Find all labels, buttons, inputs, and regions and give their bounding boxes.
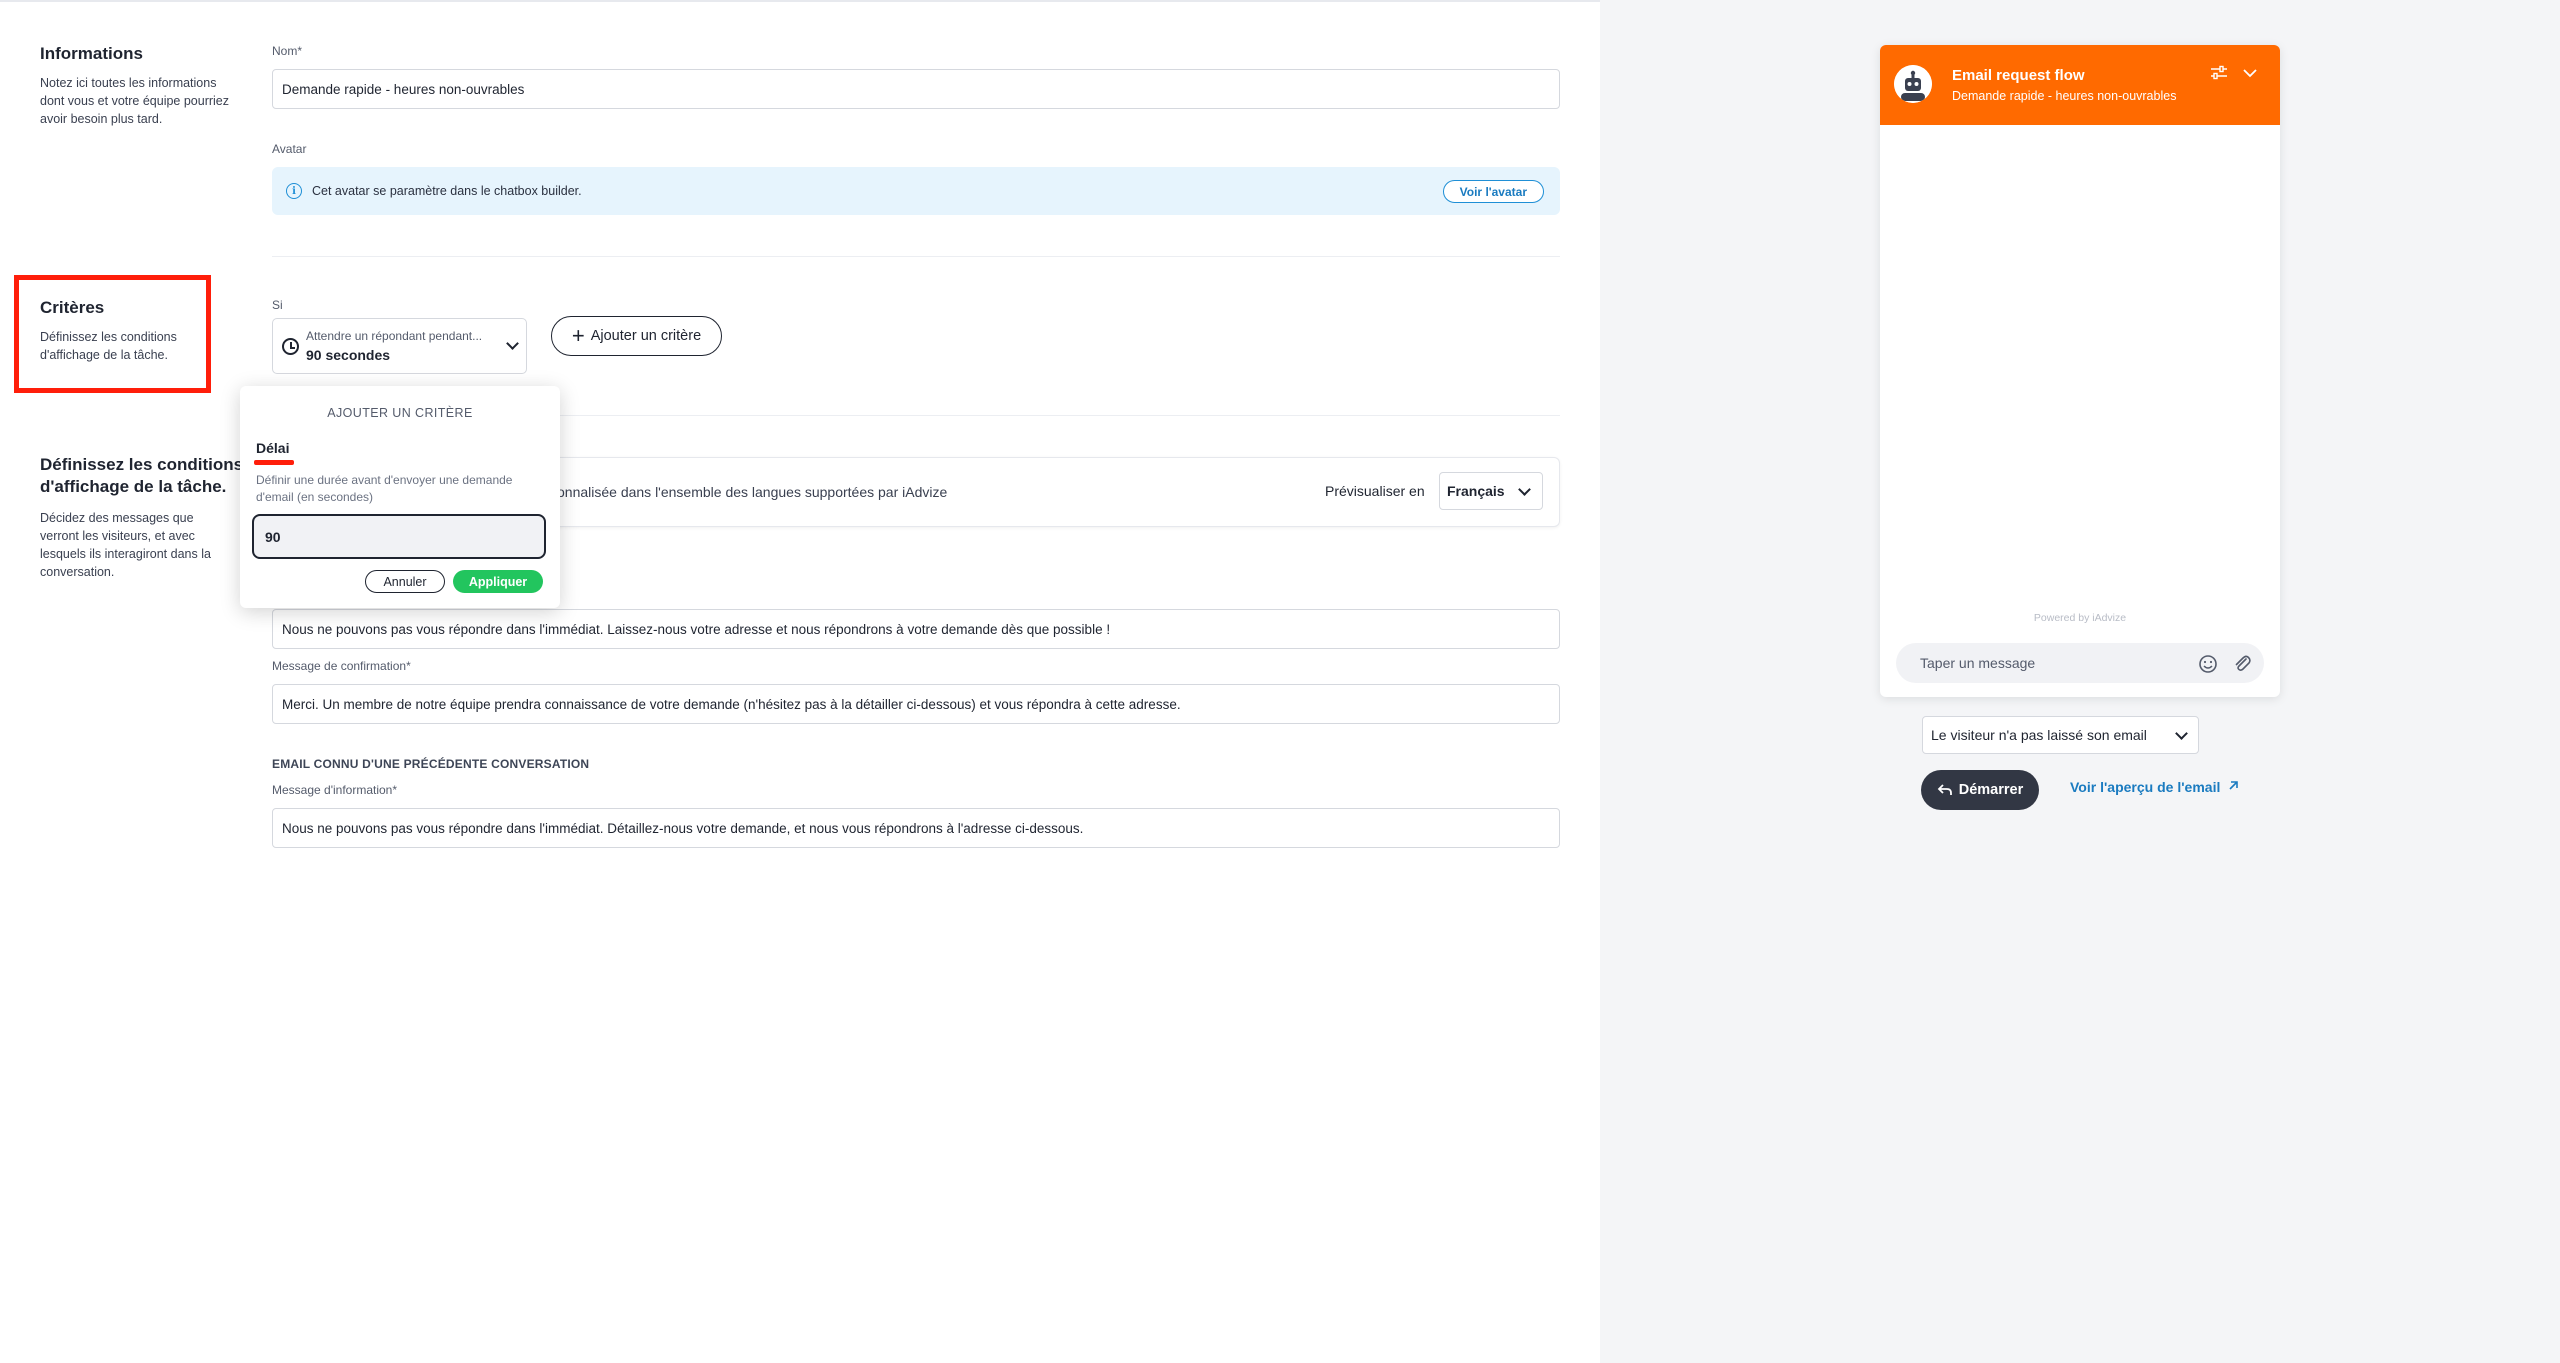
emoji-icon[interactable]	[2198, 654, 2218, 674]
divider	[272, 256, 1560, 257]
information-label: Message d'information*	[272, 783, 398, 797]
delay-criterion-select[interactable]: Attendre un répondant pendant... 90 seco…	[272, 318, 527, 374]
visitor-state-select[interactable]: Le visiteur n'a pas laissé son email	[1922, 716, 2199, 754]
tab-delay-underline	[254, 460, 294, 465]
chevron-down-icon	[506, 337, 519, 350]
language-panel-text: onnalisée dans l'ensemble des langues su…	[557, 484, 948, 500]
powered-by: Powered by iAdvize	[2033, 612, 2127, 624]
known-email-caption: EMAIL CONNU D'UNE PRÉCÉDENTE CONVERSATIO…	[272, 757, 590, 771]
name-label: Nom*	[272, 44, 303, 58]
view-avatar-button[interactable]: Voir l'avatar	[1442, 180, 1544, 203]
preview-in-label: Prévisualiser en	[1325, 483, 1425, 499]
information-message-input[interactable]: Nous ne pouvons pas vous répondre dans l…	[272, 808, 1560, 848]
add-criterion-popup: AJOUTER UN CRITÈRE Délai Définir une dur…	[240, 386, 560, 608]
confirmation-label: Message de confirmation*	[272, 659, 411, 673]
email-preview-link[interactable]: Voir l'aperçu de l'email	[2070, 779, 2239, 795]
add-criterion-button[interactable]: + Ajouter un critère	[551, 316, 722, 356]
chatbox-title: Email request flow	[1952, 67, 2085, 84]
delay-criterion-value: 90 secondes	[306, 347, 391, 363]
settings-sliders-icon[interactable]	[2210, 65, 2228, 81]
request-message-input[interactable]: Nous ne pouvons pas vous répondre dans l…	[272, 609, 1560, 649]
tab-delay[interactable]: Délai	[256, 440, 289, 456]
plus-icon: +	[571, 323, 585, 348]
paperclip-icon[interactable]	[2232, 654, 2252, 674]
chevron-down-icon	[1518, 483, 1531, 496]
chevron-down-icon	[2175, 727, 2188, 740]
chevron-down-icon[interactable]	[2242, 67, 2258, 79]
divider	[560, 415, 1560, 416]
confirmation-message-input[interactable]: Merci. Un membre de notre équipe prendra…	[272, 684, 1560, 724]
chatbox-subtitle: Demande rapide - heures non-ouvrables	[1952, 89, 2177, 103]
cancel-button[interactable]: Annuler	[365, 570, 445, 593]
popup-title: AJOUTER UN CRITÈRE	[327, 406, 473, 420]
external-link-icon	[2229, 781, 2239, 790]
avatar-banner-text: Cet avatar se paramètre dans le chatbox …	[312, 184, 582, 198]
criteria-title: Critères	[40, 298, 105, 317]
delay-criterion-sub: Attendre un répondant pendant...	[306, 329, 483, 343]
messages-title: Définissez les conditions d'affichage de…	[40, 455, 244, 496]
main-panel: Informations Notez ici toutes les inform…	[0, 0, 1600, 1363]
chatbox-preview: Email request flow Demande rapide - heur…	[1880, 45, 2280, 697]
avatar-info-banner: i Cet avatar se paramètre dans le chatbo…	[272, 167, 1560, 215]
apply-button[interactable]: Appliquer	[453, 570, 543, 593]
delay-seconds-input[interactable]: 90	[252, 514, 546, 559]
preview-language-select[interactable]: Français	[1439, 472, 1543, 510]
reply-arrow-icon	[1937, 784, 1952, 795]
robot-icon	[1894, 65, 1932, 103]
informations-desc: Notez ici toutes les informations dont v…	[40, 76, 230, 126]
criteria-desc: Définissez les conditions d'affichage de…	[40, 330, 177, 362]
avatar-label: Avatar	[272, 142, 307, 156]
clock-icon	[282, 338, 299, 355]
if-label: Si	[272, 298, 283, 312]
messages-desc: Décidez des messages que verront les vis…	[40, 511, 211, 579]
popup-desc: Définir une durée avant d'envoyer une de…	[256, 473, 513, 504]
name-input[interactable]: Demande rapide - heures non-ouvrables	[272, 69, 1560, 109]
info-icon: i	[286, 183, 302, 199]
chatbox-header: Email request flow Demande rapide - heur…	[1880, 45, 2280, 125]
start-button[interactable]: Démarrer	[1921, 770, 2039, 810]
informations-title: Informations	[40, 44, 143, 63]
